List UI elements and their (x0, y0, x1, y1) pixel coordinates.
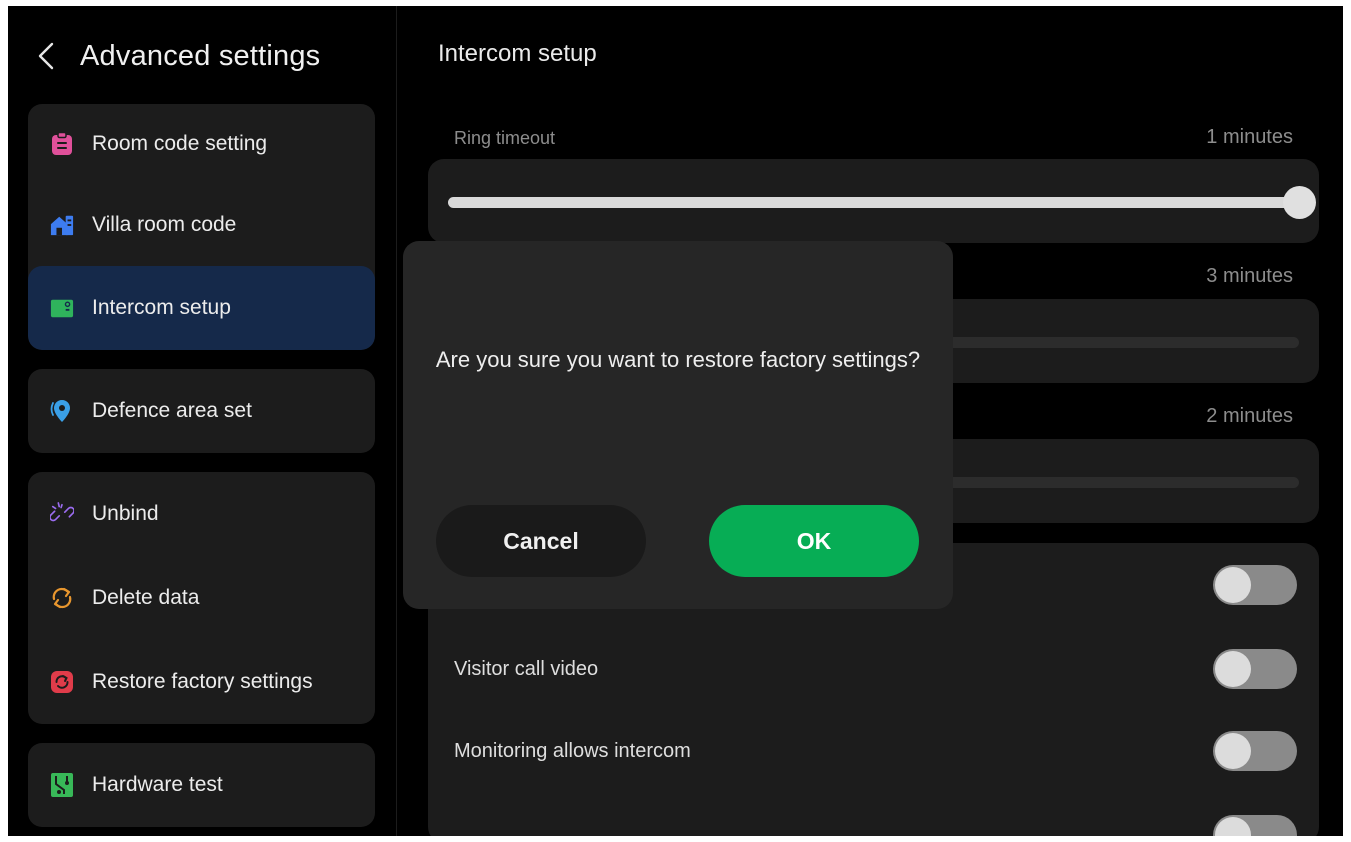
restore-icon (50, 670, 74, 694)
sidebar-item-label: Hardware test (92, 773, 223, 796)
sidebar-item-label: Villa room code (92, 213, 237, 236)
sidebar-item-villa-room-code[interactable]: Villa room code (28, 184, 375, 266)
settings-group-1: Room code setting Villa room code Interc… (28, 104, 375, 350)
slider-thumb[interactable] (1283, 186, 1316, 219)
sidebar-item-label: Unbind (92, 502, 159, 525)
panel-divider (396, 6, 397, 836)
toggle-row-partial (428, 793, 1319, 836)
toggle-row-visitor-call-video: Visitor call video (428, 627, 1319, 711)
sidebar-item-label: Intercom setup (92, 296, 231, 319)
screen: Advanced settings Room code setting Vill… (8, 6, 1343, 836)
sidebar-item-restore-factory-settings[interactable]: Restore factory settings (28, 640, 375, 724)
ring-timeout-slider-card (428, 159, 1319, 243)
sidebar-item-delete-data[interactable]: Delete data (28, 556, 375, 640)
clipboard-icon (50, 132, 74, 156)
section-title: Intercom setup (438, 40, 597, 67)
settings-group-2: Defence area set (28, 369, 375, 453)
ring-timeout-value: 1 minutes (1206, 126, 1293, 148)
ok-button[interactable]: OK (709, 505, 919, 577)
intercom-icon (50, 296, 74, 320)
toggle-switch[interactable] (1213, 565, 1297, 605)
slider-fill (448, 197, 1299, 208)
slider3-value: 2 minutes (1206, 405, 1293, 427)
toggle-switch[interactable] (1213, 815, 1297, 836)
sidebar-item-label: Delete data (92, 586, 200, 609)
sidebar-item-intercom-setup[interactable]: Intercom setup (28, 266, 375, 350)
location-pin-icon (50, 399, 74, 423)
ring-timeout-label: Ring timeout (454, 128, 556, 148)
sidebar-item-room-code-setting[interactable]: Room code setting (28, 104, 375, 184)
header: Advanced settings (38, 34, 320, 78)
dialog-message: Are you sure you want to restore factory… (435, 347, 921, 372)
toggle-knob (1215, 733, 1251, 769)
sidebar-item-unbind[interactable]: Unbind (28, 472, 375, 556)
toggle-switch[interactable] (1213, 649, 1297, 689)
confirm-dialog: Are you sure you want to restore factory… (403, 241, 953, 609)
toggle-row-monitoring-allows-intercom: Monitoring allows intercom (428, 709, 1319, 793)
sidebar-item-label: Room code setting (92, 132, 268, 155)
circuit-icon (50, 773, 74, 797)
left-panel: Advanced settings Room code setting Vill… (8, 6, 396, 836)
slider2-value: 3 minutes (1206, 265, 1293, 287)
sidebar-item-hardware-test[interactable]: Hardware test (28, 743, 375, 827)
toggle-knob (1215, 567, 1251, 603)
toggle-switch[interactable] (1213, 731, 1297, 771)
toggle-label: Monitoring allows intercom (454, 739, 691, 762)
settings-group-4: Hardware test (28, 743, 375, 827)
cancel-button[interactable]: Cancel (436, 505, 646, 577)
page-title: Advanced settings (80, 39, 321, 72)
refresh-icon (50, 586, 74, 610)
sidebar-item-defence-area-set[interactable]: Defence area set (28, 369, 375, 453)
sidebar-item-label: Restore factory settings (92, 670, 313, 693)
sidebar-item-label: Defence area set (92, 399, 252, 422)
back-arrow-icon[interactable] (38, 41, 60, 71)
ring-timeout-slider[interactable] (448, 186, 1316, 219)
unlink-icon (50, 502, 74, 526)
toggle-label: Visitor call video (454, 657, 599, 680)
house-icon (50, 213, 74, 237)
settings-group-3: Unbind Delete data Restore factory setti… (28, 472, 375, 724)
toggle-knob (1215, 651, 1251, 687)
toggle-knob (1215, 817, 1251, 836)
